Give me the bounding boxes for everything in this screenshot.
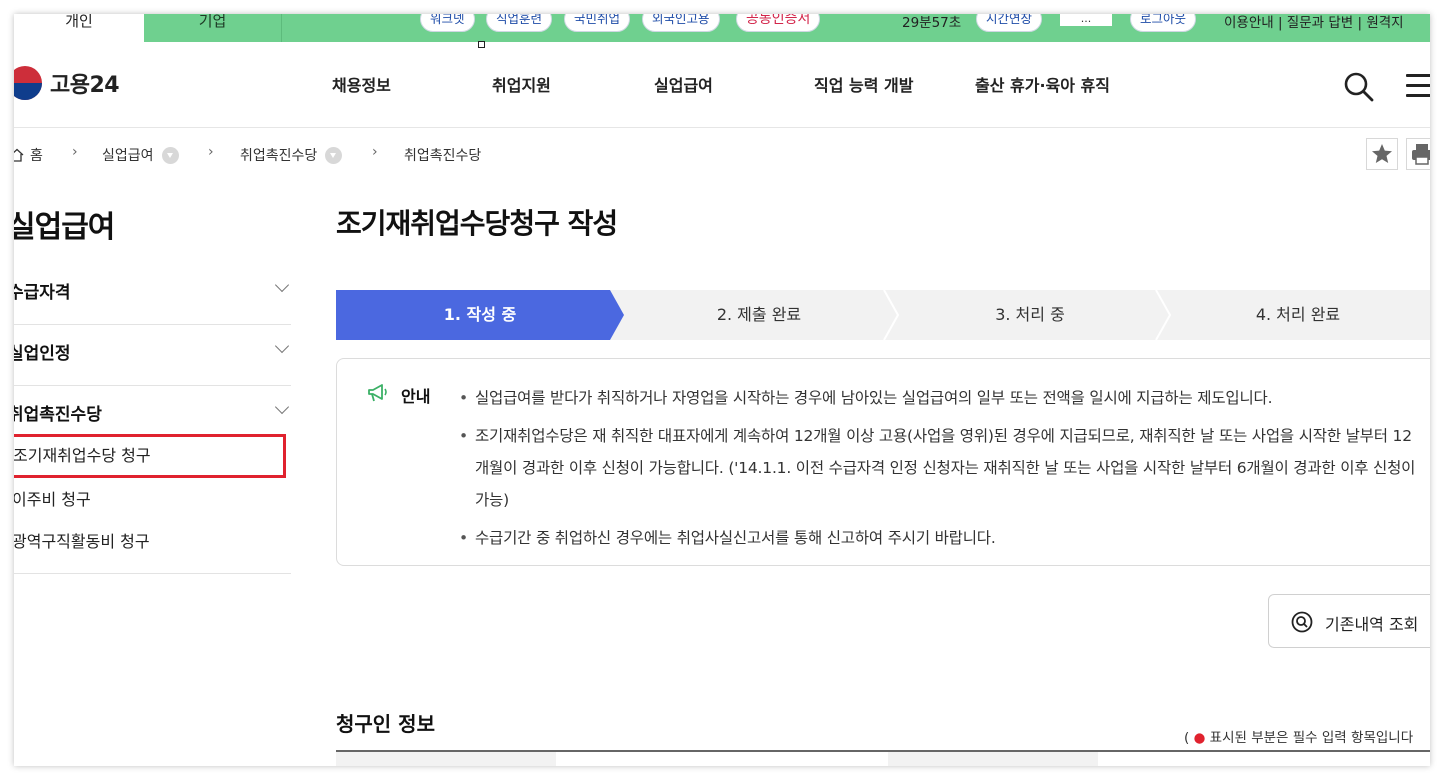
breadcrumb: 홈 › 실업급여 › 취업촉진수당 › 취업촉진수당 bbox=[14, 128, 1430, 178]
sidebar-section-label: 실업인정 bbox=[14, 344, 71, 364]
nav-job-skills[interactable]: 직업 능력 개발 bbox=[814, 72, 913, 96]
breadcrumb-separator-icon: › bbox=[372, 144, 378, 160]
favorite-star-icon[interactable] bbox=[1366, 138, 1398, 170]
breadcrumb-item-promotion[interactable]: 취업촉진수당 bbox=[240, 145, 343, 165]
search-icon[interactable] bbox=[1342, 70, 1376, 104]
site-logo[interactable]: 고용24 bbox=[14, 66, 120, 100]
table-header-cell bbox=[888, 752, 1098, 766]
required-note-open: ( bbox=[1184, 730, 1190, 746]
chevron-down-icon bbox=[274, 399, 290, 415]
pill-certificate[interactable]: 공동인증서 bbox=[736, 14, 821, 32]
logo-text: 고용24 bbox=[50, 73, 120, 98]
applicant-table bbox=[336, 750, 1430, 766]
site-header: 고용24 채용정보 취업지원 실업급여 직업 능력 개발 출산 휴가·육아 휴직 bbox=[14, 42, 1430, 128]
pill-national-employment[interactable]: 국민취업 bbox=[564, 14, 631, 32]
nav-jobs[interactable]: 채용정보 bbox=[332, 72, 391, 96]
sidebar-section-promotion[interactable]: 취업촉진수당 조기재취업수당 청구 이주비 청구 광역구직활동비 청구 bbox=[14, 386, 291, 574]
chevron-down-icon bbox=[274, 277, 290, 293]
sidebar-item-early-reemployment[interactable]: 조기재취업수당 청구 bbox=[14, 434, 286, 478]
required-note: ( ● 표시된 부분은 필수 입력 항목입니다 bbox=[1184, 726, 1413, 746]
nav-parental-leave[interactable]: 출산 휴가·육아 휴직 bbox=[975, 72, 1110, 96]
notice-item: 수급기간 중 취업하신 경우에는 취업사실신고서를 통해 신고하여 주시기 바랍… bbox=[459, 522, 1419, 554]
page-title: 조기재취업수당청구 작성 bbox=[336, 207, 618, 240]
session-timer: 29분57초 bbox=[902, 15, 962, 31]
pill-worknet[interactable]: 워크넷 bbox=[420, 14, 475, 32]
pill-training[interactable]: 직업훈련 bbox=[486, 14, 553, 32]
view-history-button[interactable]: 기존내역 조회 bbox=[1268, 594, 1430, 648]
utility-links[interactable]: 이용안내 | 질문과 답변 | 원격지 bbox=[1224, 14, 1404, 31]
nav-unemployment-benefit[interactable]: 실업급여 bbox=[654, 72, 713, 96]
dropdown-icon[interactable] bbox=[325, 146, 343, 164]
section-title-applicant: 청구인 정보 bbox=[336, 712, 435, 736]
sidebar-title: 실업급여 bbox=[14, 210, 115, 245]
megaphone-icon bbox=[367, 383, 389, 403]
step-completed: 4. 처리 완료 bbox=[1255, 305, 1341, 324]
step-writing: 1. 작성 중 bbox=[443, 305, 517, 324]
notice-item: 조기재취업수당은 재 취직한 대표자에게 계속하여 12개월 이상 고용(사업을… bbox=[459, 420, 1419, 516]
extend-time-button[interactable]: 시간연장 bbox=[976, 14, 1043, 32]
breadcrumb-label: 실업급여 bbox=[102, 148, 154, 164]
nav-employment-support[interactable]: 취업지원 bbox=[492, 72, 551, 96]
user-name: ... bbox=[1060, 14, 1112, 26]
breadcrumb-home[interactable]: 홈 bbox=[14, 145, 43, 165]
step-submitted: 2. 제출 완료 bbox=[716, 305, 802, 324]
sidebar-section-recognition[interactable]: 실업인정 bbox=[14, 325, 291, 386]
breadcrumb-home-label: 홈 bbox=[30, 148, 43, 164]
taegeuk-logo-icon bbox=[14, 66, 42, 100]
breadcrumb-separator-icon: › bbox=[208, 144, 214, 160]
sidebar-item-wide-area-job-search[interactable]: 광역구직활동비 청구 bbox=[14, 528, 150, 552]
dropdown-icon[interactable] bbox=[161, 146, 179, 164]
view-history-label: 기존내역 조회 bbox=[1325, 615, 1419, 634]
home-icon bbox=[14, 148, 24, 162]
sidebar-section-label: 취업촉진수당 bbox=[14, 405, 102, 425]
breadcrumb-label: 취업촉진수당 bbox=[404, 148, 482, 164]
required-dot-icon: ● bbox=[1193, 730, 1206, 746]
notice-item: 실업급여를 받다가 취직하거나 자영업을 시작하는 경우에 남아있는 실업급여의… bbox=[459, 382, 1419, 414]
breadcrumb-item-unemployment[interactable]: 실업급여 bbox=[102, 145, 179, 165]
sidebar-menu: 수급자격 실업인정 취업촉진수당 조기재취업수당 청구 이주비 청구 광역구직활… bbox=[14, 264, 291, 574]
notice-heading: 안내 bbox=[401, 387, 431, 406]
required-note-text: 표시된 부분은 필수 입력 항목입니다 bbox=[1209, 730, 1414, 746]
hamburger-menu-icon[interactable] bbox=[1406, 74, 1430, 100]
chevron-down-icon bbox=[274, 338, 290, 354]
progress-steps: 1. 작성 중 2. 제출 완료 3. 처리 중 4. 처리 완료 bbox=[336, 290, 1430, 340]
print-icon[interactable] bbox=[1406, 138, 1430, 170]
sidebar-section-eligibility[interactable]: 수급자격 bbox=[14, 264, 291, 325]
logout-button[interactable]: 로그아웃 bbox=[1130, 14, 1197, 32]
breadcrumb-label: 취업촉진수당 bbox=[240, 148, 318, 164]
sidebar-item-relocation[interactable]: 이주비 청구 bbox=[14, 486, 91, 510]
notice-box: 안내 실업급여를 받다가 취직하거나 자영업을 시작하는 경우에 남아있는 실업… bbox=[336, 358, 1430, 566]
tab-personal[interactable]: 개인 bbox=[14, 14, 144, 42]
browser-viewport: 개인 기업 워크넷 직업훈련 국민취업 외국인고용 공동인증서 29분57초 시… bbox=[14, 14, 1430, 766]
sidebar-section-label: 수급자격 bbox=[14, 283, 71, 303]
search-history-icon bbox=[1291, 611, 1313, 633]
table-header-cell bbox=[336, 752, 556, 766]
notice-list: 실업급여를 받다가 취직하거나 자영업을 시작하는 경우에 남아있는 실업급여의… bbox=[459, 382, 1419, 560]
breadcrumb-separator-icon: › bbox=[72, 144, 78, 160]
breadcrumb-current: 취업촉진수당 bbox=[404, 145, 481, 165]
step-processing: 3. 처리 중 bbox=[995, 305, 1065, 324]
pill-foreign-employment[interactable]: 외국인고용 bbox=[642, 14, 720, 32]
utility-bar: 개인 기업 워크넷 직업훈련 국민취업 외국인고용 공동인증서 29분57초 시… bbox=[14, 14, 1430, 48]
tab-business[interactable]: 기업 bbox=[144, 14, 282, 42]
